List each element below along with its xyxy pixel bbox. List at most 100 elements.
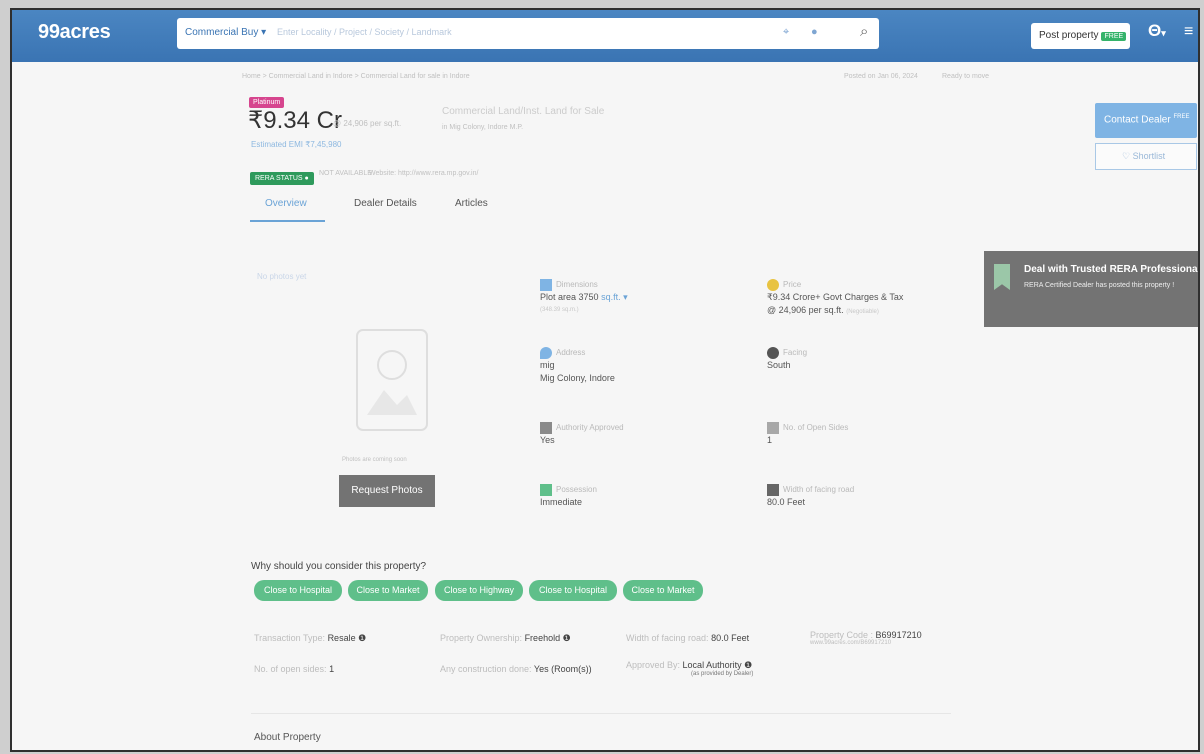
chip-close-to-hospital[interactable]: Close to Hospital xyxy=(254,580,342,601)
negotiable-text: (Negotiable) xyxy=(846,309,879,315)
open-sides-icon xyxy=(767,421,779,434)
rera-status-label: RERA STATUS xyxy=(255,175,303,182)
fact-road-width-label: Width of facing road: xyxy=(626,633,709,643)
rera-status-badge[interactable]: RERA STATUS ● xyxy=(250,172,314,185)
facing-label: Facing xyxy=(783,348,808,357)
construction-label: Any construction done: xyxy=(440,664,532,674)
property-subtitle: in Mig Colony, Indore M.P. xyxy=(442,124,524,131)
possession-icon xyxy=(540,483,552,496)
hamburger-menu-icon[interactable]: ≡ xyxy=(1184,23,1193,41)
road-width-value: 80.0 Feet xyxy=(767,497,806,507)
rera-website[interactable]: Website: http://www.rera.mp.gov.in/ xyxy=(369,170,478,177)
info-icon[interactable]: ❶ xyxy=(563,633,571,643)
photo-placeholder-icon xyxy=(356,329,428,431)
contact-dealer-label: Contact Dealer xyxy=(1104,114,1171,126)
detail-dimensions: Dimensions Plot area 3750 sq.ft. ▾ (348.… xyxy=(540,278,628,317)
plot-area-sub: (348.39 sq.m.) xyxy=(540,307,579,313)
chip-close-to-market[interactable]: Close to Market xyxy=(348,580,428,601)
fact-road-width-value: 80.0 Feet xyxy=(711,633,750,643)
search-icon[interactable]: ⌕ xyxy=(860,23,868,40)
road-icon xyxy=(767,483,779,496)
detail-road-width: Width of facing road 80.0 Feet xyxy=(767,483,854,509)
photo-caption: Photos are coming soon xyxy=(342,457,407,463)
price-label: Price xyxy=(783,280,802,289)
dimensions-icon xyxy=(540,278,552,291)
detail-address: Address mig Mig Colony, Indore xyxy=(540,346,615,385)
chip-close-to-hospital-2[interactable]: Close to Hospital xyxy=(529,580,617,601)
approved-by-value: Local Authority xyxy=(682,660,742,670)
transaction-label: Transaction Type: xyxy=(254,633,326,643)
unit-dropdown[interactable]: sq.ft. ▾ xyxy=(601,292,628,302)
request-photos-button[interactable]: Request Photos xyxy=(339,475,435,507)
shortlist-label: Shortlist xyxy=(1132,151,1166,161)
detail-open-sides: No. of Open Sides 1 xyxy=(767,421,848,447)
approved-by-label: Approved By: xyxy=(626,660,681,670)
post-property-button[interactable]: Post property FREE xyxy=(1031,23,1130,49)
chip-close-to-market-2[interactable]: Close to Market xyxy=(623,580,703,601)
search-bar[interactable]: Commercial Buy ▾ Enter Locality / Projec… xyxy=(177,18,879,49)
detail-price: Price ₹9.34 Crore+ Govt Charges & Tax @ … xyxy=(767,278,903,319)
post-property-label: Post property xyxy=(1039,30,1099,41)
property-code-value: B69917210 xyxy=(875,630,922,640)
approved-label: Authority Approved xyxy=(556,423,624,432)
fact-open-sides-label: No. of open sides: xyxy=(254,664,327,674)
rera-popup-title: Deal with Trusted RERA Professionals xyxy=(1024,264,1200,275)
transaction-value: Resale xyxy=(327,633,356,643)
possession-label: Possession xyxy=(556,485,597,494)
status-text: Ready to move xyxy=(942,73,990,80)
tab-overview[interactable]: Overview xyxy=(265,198,307,209)
price-value: ₹9.34 Crore+ Govt Charges & Tax xyxy=(767,292,904,302)
dimensions-label: Dimensions xyxy=(556,280,598,289)
site-logo[interactable]: 99acres xyxy=(38,21,111,44)
open-sides-label: No. of Open Sides xyxy=(783,423,849,432)
fact-ownership: Property Ownership: Freehold ❶ xyxy=(440,633,571,644)
ownership-label: Property Ownership: xyxy=(440,633,523,643)
tab-articles[interactable]: Articles xyxy=(455,198,488,209)
user-account-icon[interactable]: Θ▾ xyxy=(1148,21,1166,41)
construction-value: Yes (Room(s)) xyxy=(533,664,592,674)
open-sides-value: 1 xyxy=(767,435,773,445)
location-icon[interactable]: ⌖ xyxy=(783,26,789,39)
fact-open-sides-value: 1 xyxy=(329,664,335,674)
info-icon[interactable]: ❶ xyxy=(358,633,366,643)
detail-facing: Facing South xyxy=(767,346,807,372)
top-navbar: 99acres Commercial Buy ▾ Enter Locality … xyxy=(12,10,1198,62)
info-icon[interactable]: ❶ xyxy=(744,660,752,670)
address-icon xyxy=(540,346,552,359)
property-code-url: www.99acres.com/B69917210 xyxy=(810,640,892,646)
free-badge: FREE xyxy=(1101,32,1127,41)
chip-close-to-highway[interactable]: Close to Highway xyxy=(435,580,523,601)
property-code-label: Property Code : xyxy=(810,630,874,640)
address-line-1: mig xyxy=(540,360,555,370)
price-per-value: @ 24,906 per sq.ft. xyxy=(767,305,844,315)
why-consider-heading: Why should you consider this property? xyxy=(251,561,427,572)
mic-icon[interactable]: ● xyxy=(811,26,818,38)
fact-road-width: Width of facing road: 80.0 Feet xyxy=(626,633,749,643)
detail-approved: Authority Approved Yes xyxy=(540,421,624,447)
search-input[interactable]: Enter Locality / Project / Society / Lan… xyxy=(277,27,452,37)
price-tag-icon xyxy=(767,278,779,291)
detail-possession: Possession Immediate xyxy=(540,483,597,509)
posted-date: Posted on Jan 06, 2024 xyxy=(844,73,918,80)
search-category-dropdown[interactable]: Commercial Buy ▾ xyxy=(185,27,266,38)
address-line-2: Mig Colony, Indore xyxy=(540,373,615,383)
breadcrumb[interactable]: Home > Commercial Land in Indore > Comme… xyxy=(242,73,470,80)
rera-popup: Deal with Trusted RERA Professionals RER… xyxy=(984,251,1200,327)
emi-link[interactable]: Estimated EMI ₹7,45,980 xyxy=(251,140,341,149)
rera-ribbon-icon xyxy=(994,264,1010,290)
heart-icon: ♡ xyxy=(1122,151,1131,161)
fact-open-sides: No. of open sides: 1 xyxy=(254,664,334,674)
contact-dealer-button[interactable]: Contact Dealer FREE xyxy=(1095,103,1197,138)
rera-popup-text: RERA Certified Dealer has posted this pr… xyxy=(1024,282,1175,289)
price-heading: ₹9.34 Cr xyxy=(248,107,342,134)
browser-frame: 99acres Commercial Buy ▾ Enter Locality … xyxy=(10,8,1200,752)
shortlist-button[interactable]: ♡ Shortlist xyxy=(1095,143,1197,170)
fact-construction: Any construction done: Yes (Room(s)) xyxy=(440,664,592,674)
tab-dealer-details[interactable]: Dealer Details xyxy=(354,198,417,209)
plot-area: Plot area 3750 xyxy=(540,292,599,302)
ownership-value: Freehold xyxy=(524,633,561,643)
divider xyxy=(251,713,951,714)
approved-value: Yes xyxy=(540,435,555,445)
price-per-sqft: @ 24,906 per sq.ft. xyxy=(333,119,402,128)
fact-property-code: Property Code : B69917210 www.99acres.com… xyxy=(810,630,922,646)
